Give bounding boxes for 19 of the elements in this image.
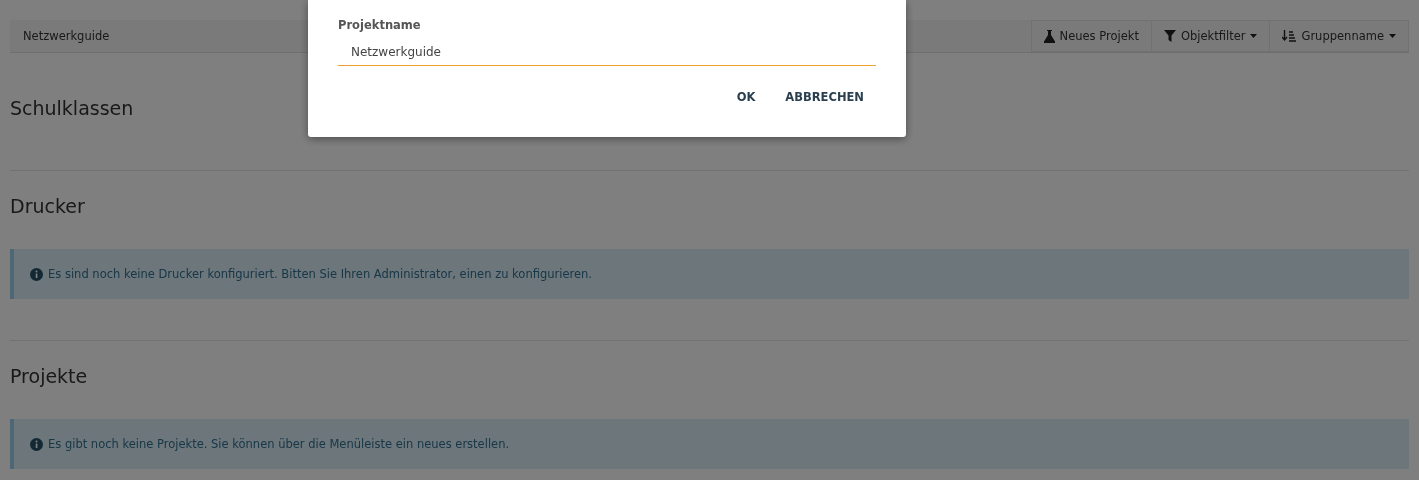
caret-icon [1389, 34, 1396, 38]
section-heading: Projekte [10, 364, 88, 388]
toolbar-button[interactable]: Neues Projekt [1030, 20, 1151, 52]
filter-icon [1163, 30, 1176, 42]
sort-icon [1282, 30, 1297, 42]
field-label: Projektname [338, 18, 422, 32]
breadcrumb-item[interactable]: Netzwerkguide [10, 29, 110, 43]
dialog-button[interactable]: OK [724, 84, 768, 110]
section-heading: Schulklassen [10, 96, 134, 120]
caret-icon [1250, 34, 1258, 38]
section-heading: Drucker [10, 194, 85, 218]
alert-text: Es gibt noch keine Projekte. Sie können über die Menüleiste ein neues erstellen. [48, 437, 510, 451]
toolbar-button[interactable]: Objektfilter [1150, 20, 1270, 52]
flask-icon [1043, 29, 1055, 43]
info-icon [30, 267, 43, 281]
dialog-button[interactable]: ABBRECHEN [773, 84, 876, 110]
info-icon [30, 437, 43, 451]
toolbar-button[interactable]: Gruppenname [1269, 20, 1409, 52]
alert-text: Es sind noch keine Drucker konfiguriert. Bitten Sie Ihren Administrator, einen zu konfigurieren. [48, 267, 592, 281]
